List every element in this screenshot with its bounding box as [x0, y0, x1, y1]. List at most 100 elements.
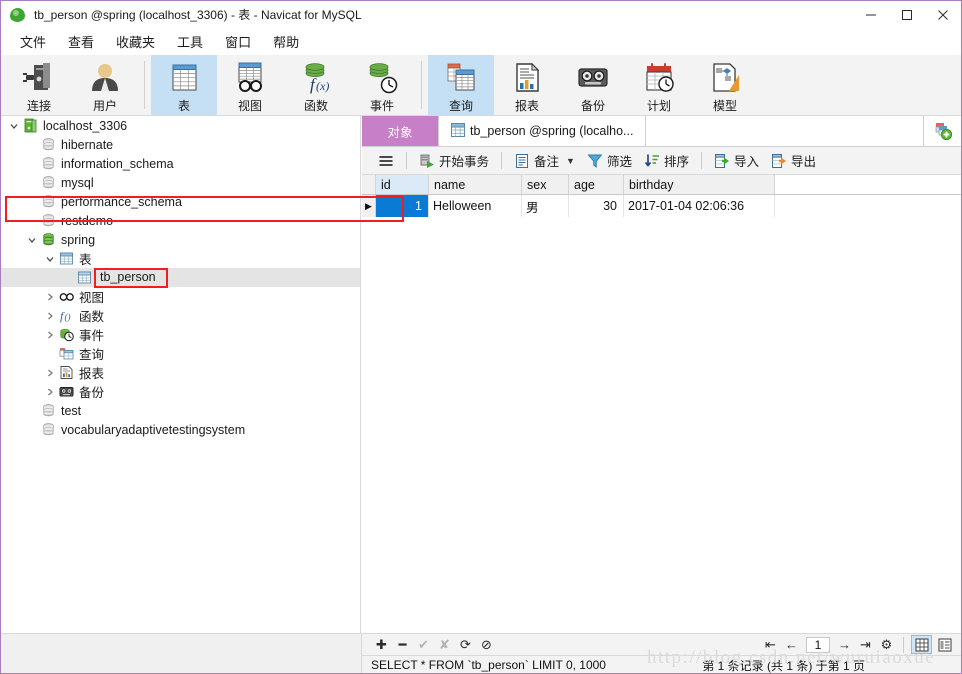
column-header-birthday[interactable]: birthday [624, 175, 775, 194]
tree-item-tb_person[interactable]: tb_person [1, 267, 360, 288]
grid-button-note[interactable]: 备注 ▼ [508, 149, 581, 172]
tab-objects-label: 对象 [387, 125, 413, 140]
grid-button-import[interactable]: 导入 [708, 149, 765, 172]
first-page-icon[interactable]: ⇤ [761, 636, 780, 654]
toolbar-button-query[interactable]: 查询 [428, 55, 494, 115]
menu-help[interactable]: 帮助 [262, 29, 310, 54]
menu-tools[interactable]: 工具 [166, 29, 214, 54]
chevron-down-icon[interactable] [25, 233, 39, 247]
cell-name[interactable]: Helloween [429, 195, 522, 217]
toolbar-button-backup[interactable]: 备份 [560, 55, 626, 115]
cell-sex[interactable]: 男 [522, 195, 569, 217]
stop-icon[interactable]: ⊘ [477, 636, 496, 654]
toolbar-button-view[interactable]: 视图 [217, 55, 283, 115]
add-record-icon[interactable]: ✚ [372, 636, 391, 654]
tree-item-事件[interactable]: 事件 [1, 325, 360, 344]
column-header-sex[interactable]: sex [522, 175, 569, 194]
toolbar-button-function[interactable]: f (x) 函数 [283, 55, 349, 115]
menu-window[interactable]: 窗口 [214, 29, 262, 54]
chevron-right-icon[interactable] [43, 309, 57, 323]
grid-button-sort[interactable]: 排序 [638, 149, 695, 172]
toolbar-button-report[interactable]: 报表 [494, 55, 560, 115]
minimize-button[interactable] [853, 1, 889, 28]
tree-item-vocabularyadaptivetestingsystem[interactable]: vocabularyadaptivetestingsystem [1, 420, 360, 439]
tree-item-hibernate[interactable]: hibernate [1, 135, 360, 154]
toolbar-button-schedule[interactable]: 计划 [626, 55, 692, 115]
hamburger-icon[interactable] [372, 151, 400, 171]
prev-page-icon[interactable]: ← [782, 636, 801, 654]
chevron-down-icon[interactable] [7, 119, 21, 133]
tree-item-test[interactable]: test [1, 401, 360, 420]
tree-item-information_schema[interactable]: information_schema [1, 154, 360, 173]
chevron-right-icon[interactable] [43, 328, 57, 342]
column-header-filler [775, 175, 961, 194]
next-page-icon[interactable]: → [835, 636, 854, 654]
toolbar-button-event[interactable]: 事件 [349, 55, 415, 115]
grid-toolbar: 开始事务 备注 ▼ 筛选 排序 导入 导出 [362, 147, 961, 175]
new-object-icon[interactable] [924, 116, 961, 146]
page-number-input[interactable]: 1 [806, 636, 830, 653]
menu-file[interactable]: 文件 [9, 29, 57, 54]
tree-item-label: 视图 [79, 291, 105, 305]
database-open-icon [39, 232, 57, 247]
close-button[interactable] [925, 1, 961, 28]
column-header-age[interactable]: age [569, 175, 624, 194]
tree-item-表[interactable]: 表 [1, 249, 360, 268]
view-icon [233, 60, 267, 96]
last-page-icon[interactable]: ⇥ [856, 636, 875, 654]
chevron-right-icon[interactable] [43, 385, 57, 399]
tree-item-函数[interactable]: f() 函数 [1, 306, 360, 325]
tree-item-视图[interactable]: 视图 [1, 287, 360, 306]
menu-bar: 文件 查看 收藏夹 工具 窗口 帮助 [1, 28, 961, 55]
tree-item-查询[interactable]: 查询 [1, 344, 360, 363]
chevron-down-icon[interactable] [43, 252, 57, 266]
data-grid[interactable]: id name sex age birthday ▶ 1 Helloween 男 30 2017-… [362, 175, 961, 217]
maximize-button[interactable] [889, 1, 925, 28]
toolbar-button-label: 模型 [712, 99, 737, 113]
grid-body[interactable]: ▶ 1 Helloween 男 30 2017-01-04 02:06:36 [362, 195, 961, 217]
column-header-name[interactable]: name [429, 175, 522, 194]
menu-favorites[interactable]: 收藏夹 [105, 29, 166, 54]
cell-birthday[interactable]: 2017-01-04 02:06:36 [624, 195, 775, 217]
menu-view[interactable]: 查看 [57, 29, 105, 54]
cancel-record-icon: ✘ [439, 636, 450, 652]
functions-icon: f() [57, 308, 75, 323]
cell-id[interactable]: 1 [376, 195, 429, 217]
tree-item-localhost_3306[interactable]: localhost_3306 [1, 116, 360, 135]
chevron-right-icon[interactable] [43, 366, 57, 380]
tab-objects[interactable]: 对象 [362, 116, 439, 146]
tab-tb-person[interactable]: tb_person @spring (localho... [439, 116, 647, 146]
grid-button-begin-transaction[interactable]: 开始事务 [413, 149, 495, 172]
tree-item-mysql[interactable]: mysql [1, 173, 360, 192]
refresh-icon[interactable]: ⟳ [456, 636, 475, 654]
tree-item-spring[interactable]: spring [1, 230, 360, 249]
tree-item-restdemo[interactable]: restdemo [1, 211, 360, 230]
grid-button-export[interactable]: 导出 [765, 149, 822, 172]
object-tree-pane[interactable]: localhost_3306 hibernate information_schem… [1, 116, 361, 633]
toolbar-button-user[interactable]: 用户 [72, 55, 138, 115]
toolbar-button-label: 查询 [448, 99, 473, 113]
grid-button-label: 备注 [534, 155, 560, 169]
toolbar-button-table[interactable]: 表 [151, 55, 217, 115]
toolbar-button-connection[interactable]: 连接 [6, 55, 72, 115]
chevron-down-icon[interactable]: ▼ [566, 156, 575, 166]
column-header-id[interactable]: id [376, 175, 429, 194]
tree-item-备份[interactable]: 备份 [1, 382, 360, 401]
tree-item-performance_schema[interactable]: performance_schema [1, 192, 360, 211]
toolbar-button-model[interactable]: 模型 [692, 55, 758, 115]
table-row[interactable]: ▶ 1 Helloween 男 30 2017-01-04 02:06:36 [362, 195, 961, 217]
tree-item-label: restdemo [61, 213, 114, 228]
settings-gear-icon[interactable]: ⚙ [877, 636, 896, 654]
tree-item-label: test [61, 403, 82, 418]
form-view-icon[interactable] [934, 635, 955, 654]
grid-view-icon[interactable] [911, 635, 932, 654]
delete-record-icon[interactable]: ━ [393, 636, 412, 654]
left-status-area [1, 633, 362, 673]
tree-item-报表[interactable]: 报表 [1, 363, 360, 382]
status-bar: SELECT * FROM `tb_person` LIMIT 0, 1000 … [362, 655, 961, 673]
window-controls [853, 1, 961, 28]
grid-header-row: id name sex age birthday [362, 175, 961, 195]
chevron-right-icon[interactable] [43, 290, 57, 304]
grid-button-filter[interactable]: 筛选 [581, 149, 638, 172]
cell-age[interactable]: 30 [569, 195, 624, 217]
